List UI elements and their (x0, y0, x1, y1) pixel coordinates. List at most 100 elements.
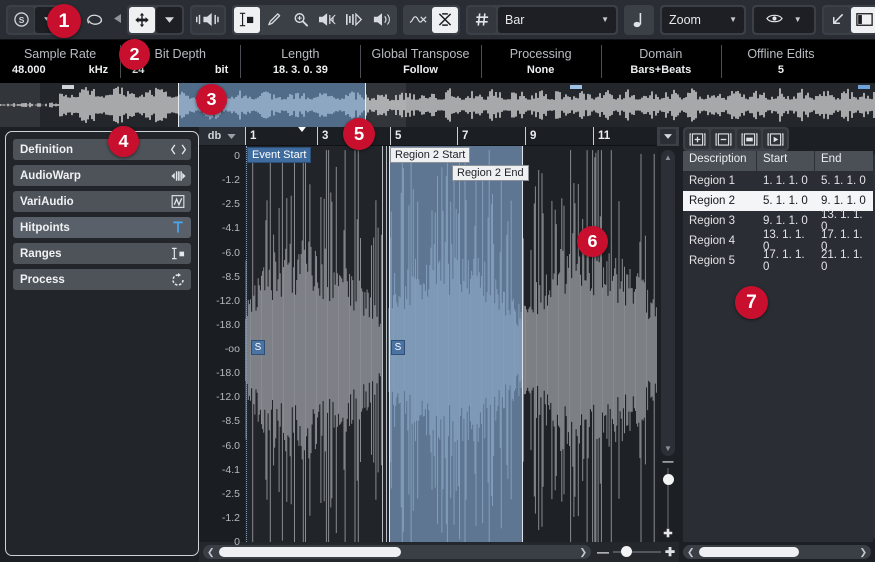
grid-type-value[interactable]: Bar ▼ (498, 6, 616, 33)
overview-handle-a[interactable] (62, 85, 74, 89)
horizontal-zoom-slider[interactable]: — ✚ (597, 546, 675, 558)
overview-handle-b[interactable] (570, 85, 582, 89)
loop-button[interactable] (82, 7, 108, 33)
sample-rate-field[interactable]: Sample Rate 48.000 kHz (0, 40, 120, 83)
snap-point-marker-region[interactable]: S (391, 340, 405, 355)
zoom-tool-button[interactable] (288, 7, 314, 33)
overview-handle-c[interactable] (858, 85, 870, 89)
select-region-button[interactable] (737, 129, 761, 149)
quantize-note-button[interactable] (626, 7, 652, 33)
db-tick: -18.0 (216, 318, 240, 331)
drag-mode-dropdown[interactable] (156, 6, 182, 33)
callout-1: 1 (47, 4, 81, 38)
scrub-tool-button[interactable] (342, 7, 368, 33)
table-row[interactable]: Region 1 1. 1. 1. 0 5. 1. 1. 0 (683, 171, 873, 191)
sidebar-section-variaudio-label: VariAudio (20, 195, 74, 208)
sidebar-section-process[interactable]: Process (13, 269, 191, 290)
zoom-in-icon[interactable]: ✚ (665, 546, 675, 558)
table-row[interactable]: Region 4 13. 1. 1. 0 17. 1. 1. 0 (683, 229, 873, 253)
timeline-ruler[interactable]: 1 3 5 7 9 11 (245, 127, 657, 146)
remove-region-button[interactable] (711, 129, 735, 149)
regions-horizontal-scrollbar[interactable]: ❮ ❯ (683, 545, 871, 559)
waveform-display[interactable]: Event Start Region 2 Start Region 2 End … (245, 146, 657, 542)
length-field[interactable]: Length 18. 3. 0. 39 (240, 40, 360, 83)
zero-crossing-button[interactable] (405, 7, 431, 33)
region-description: Region 4 (689, 235, 736, 247)
fit-view-button[interactable] (824, 6, 850, 33)
zoom-out-icon[interactable]: — (597, 546, 609, 558)
column-header-description[interactable]: Description (683, 151, 757, 171)
sidebar-section-variaudio[interactable]: VariAudio (13, 191, 191, 212)
show-left-zone-button[interactable] (851, 6, 875, 33)
hitpoints-icon (170, 220, 186, 236)
sidebar-section-process-label: Process (20, 273, 65, 286)
sidebar-section-audiowarp-label: AudioWarp (20, 169, 81, 182)
view-options-combo[interactable]: ▼ (752, 4, 816, 35)
sidebar-section-audiowarp[interactable]: AudioWarp (13, 165, 191, 186)
audition-tool-button[interactable] (369, 7, 395, 33)
sidebar-section-definition-label: Definition (20, 143, 74, 156)
sidebar-section-hitpoints[interactable]: Hitpoints (13, 217, 191, 238)
processing-field[interactable]: Processing None (480, 40, 601, 83)
sample-rate-value: 48.000 (12, 64, 46, 76)
snap-point-marker-left[interactable]: S (251, 340, 265, 355)
waveform-vertical-scrollbar[interactable]: ▲ ▼ (661, 150, 675, 456)
overview-waveform[interactable] (0, 83, 875, 127)
playhead-marker[interactable] (295, 127, 309, 132)
callout-5: 5 (343, 118, 375, 150)
grid-hash-icon (468, 6, 496, 33)
length-value: 18. 3. 0. 39 (272, 64, 328, 76)
scroll-right-icon[interactable]: ❯ (859, 547, 867, 558)
db-scale-header[interactable]: db (199, 127, 245, 146)
zoom-preset-combo[interactable]: Zoom ▼ (660, 4, 746, 35)
zoom-out-icon: — (662, 456, 674, 468)
horizontal-zoom-knob[interactable] (621, 546, 632, 557)
sidebar-section-definition[interactable]: Definition (13, 139, 191, 160)
table-row[interactable]: Region 2 5. 1. 1. 0 9. 1. 1. 0 (683, 191, 873, 211)
draw-tool-button[interactable] (261, 7, 287, 33)
scroll-right-icon[interactable]: ❯ (579, 547, 587, 558)
chevron-down-icon: ▼ (793, 15, 802, 24)
snap-button[interactable] (432, 6, 458, 33)
offline-edits-field[interactable]: Offline Edits 5 (720, 40, 841, 83)
domain-field[interactable]: Domain Bars+Beats (600, 40, 721, 83)
horizontal-scroll-thumb[interactable] (219, 547, 401, 557)
length-label: Length (281, 47, 320, 61)
region-start: 5. 1. 1. 0 (763, 195, 808, 207)
auto-scroll-button[interactable] (192, 6, 224, 33)
layout-group (822, 4, 875, 35)
table-row[interactable]: Region 5 17. 1. 1. 0 21. 1. 1. 0 (683, 249, 873, 273)
vertical-zoom-knob[interactable] (663, 474, 674, 485)
play-tool-button[interactable] (315, 7, 341, 33)
scroll-left-icon[interactable]: ❮ (687, 547, 695, 558)
db-tick: -2.5 (221, 198, 240, 211)
scroll-left-icon[interactable]: ❮ (207, 547, 215, 558)
db-scale-ticks: 0 -1.2 -2.5 -4.1 -6.0 -8.5 -12.0 -18.0 -oo -18.0 -… (199, 146, 245, 548)
zoom-preset-value[interactable]: Zoom ▼ (662, 6, 744, 33)
waveform-horizontal-scrollbar[interactable]: ❮ ❯ (203, 545, 591, 559)
vertical-zoom-slider[interactable]: — ✚ (661, 456, 675, 540)
zoom-in-icon: ✚ (663, 528, 673, 540)
play-region-button[interactable] (763, 129, 787, 149)
global-transpose-field[interactable]: Global Transpose Follow (360, 40, 480, 83)
solo-button[interactable]: S (8, 6, 34, 33)
column-header-start[interactable]: Start (757, 151, 815, 171)
column-header-end[interactable]: End (815, 151, 873, 171)
add-region-button[interactable] (685, 129, 709, 149)
sidebar-section-hitpoints-label: Hitpoints (20, 221, 70, 234)
toolbar: S Bar ▼ Zoom ▼ ▼ (0, 0, 875, 40)
region-2-selection[interactable] (389, 146, 523, 542)
drag-mode-button[interactable] (129, 6, 155, 33)
sidebar-section-ranges[interactable]: Ranges (13, 243, 191, 264)
grid-type-combo[interactable]: Bar ▼ (466, 4, 618, 35)
range-tool-button[interactable] (234, 6, 260, 33)
region-start: 9. 1. 1. 0 (763, 215, 808, 227)
sample-rate-unit: kHz (88, 64, 109, 76)
callout-3: 3 (196, 84, 227, 115)
waveform-view-dropdown[interactable] (657, 127, 679, 146)
event-boundary-line-1 (382, 146, 383, 542)
view-options-value[interactable]: ▼ (754, 6, 814, 33)
table-row[interactable]: Region 3 9. 1. 1. 0 13. 1. 1. 0 (683, 209, 873, 233)
waveform-area[interactable]: 1 3 5 7 9 11 Event Start Region 2 Start Regio… (245, 127, 657, 542)
regions-scroll-thumb[interactable] (699, 547, 799, 557)
